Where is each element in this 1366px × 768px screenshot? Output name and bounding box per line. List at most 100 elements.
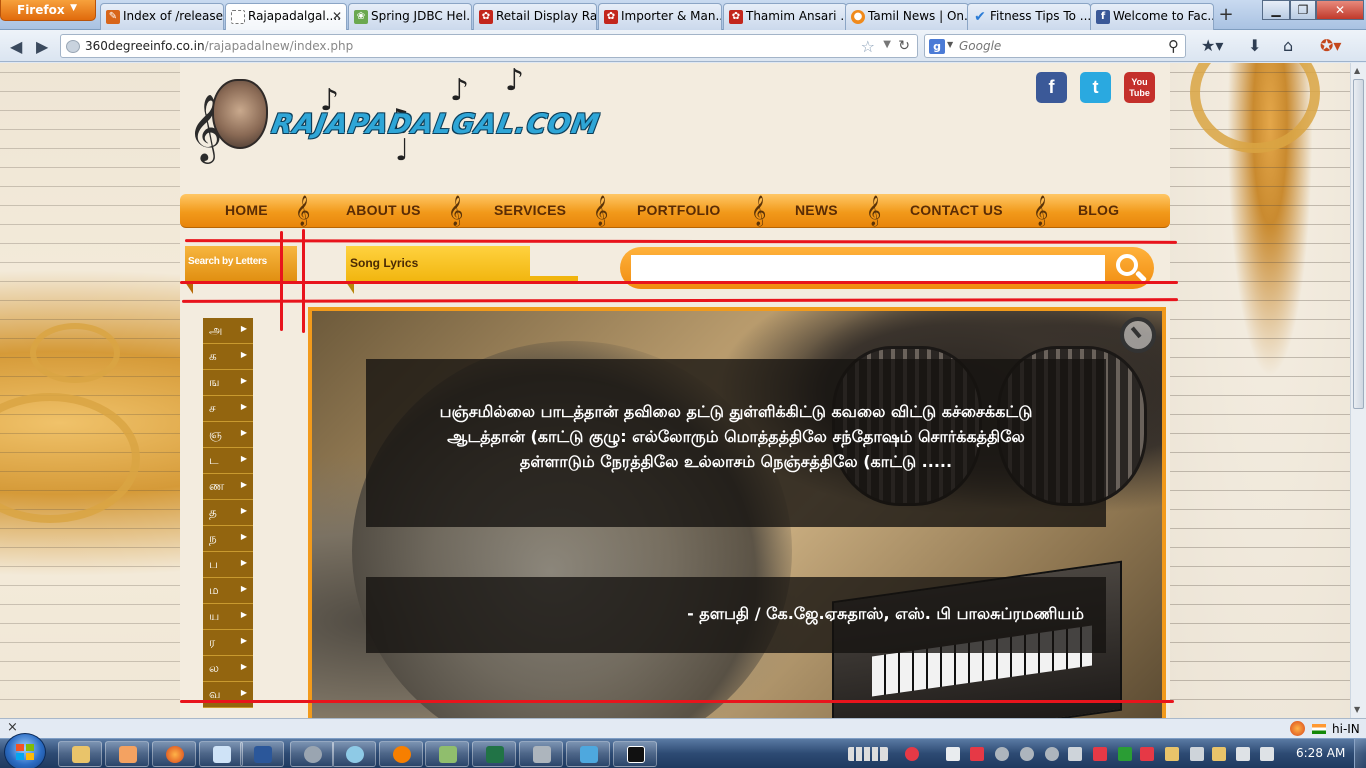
firefox-menu-button[interactable]: Firefox ▼ (0, 0, 96, 21)
twitter-icon[interactable]: t (1080, 72, 1111, 103)
nav-contact-us[interactable]: CONTACT US (910, 202, 1003, 218)
tab-thamim-ansari[interactable]: ✿ Thamim Ansari ... (723, 3, 847, 30)
letter-item[interactable]: அ ▶ (203, 318, 253, 344)
media-player-taskbar-button[interactable] (105, 741, 149, 767)
sheet-music-background (1170, 63, 1350, 718)
letter-item[interactable]: ம ▶ (203, 578, 253, 604)
nav-portfolio[interactable]: PORTFOLIO (637, 202, 720, 218)
show-desktop-button[interactable] (1354, 739, 1366, 768)
scroll-up-icon[interactable]: ▲ (1354, 66, 1360, 75)
addon-icon[interactable]: ✪▾ (1320, 36, 1341, 55)
new-tab-button[interactable]: + (1214, 5, 1238, 27)
messenger-taskbar-button[interactable] (332, 741, 376, 767)
letter-item[interactable]: ச ▶ (203, 396, 253, 422)
youtube-icon[interactable]: You Tube (1124, 72, 1155, 103)
language-indicator[interactable]: hi-IN (1332, 722, 1360, 736)
scrollbar-thumb[interactable] (1353, 79, 1364, 409)
browser-search-box[interactable]: g ▼ ⚲ (924, 34, 1186, 58)
tab-index-of-release[interactable]: ✎ Index of /release... (100, 3, 224, 30)
tab-spring-jdbc[interactable]: ❀ Spring JDBC Hel... (348, 3, 472, 30)
tray-app-icon[interactable] (1045, 747, 1059, 761)
speaker-icon[interactable] (1140, 747, 1154, 761)
song-lyrics-tab[interactable]: Song Lyrics (346, 246, 530, 282)
download-icon[interactable]: ⬇ (1248, 36, 1261, 55)
letter-item[interactable]: க ▶ (203, 344, 253, 370)
letter-item[interactable]: வ ▶ (203, 682, 253, 708)
back-arrow-icon[interactable]: ◀ (10, 37, 22, 56)
forward-arrow-icon[interactable]: ▶ (36, 37, 48, 56)
pause-slideshow-icon[interactable] (1120, 317, 1156, 353)
site-logo[interactable]: 𝄞 ♪ ♫ ♪ ♪ ♩ RAJAPADALGAL.COM (180, 63, 602, 191)
tab-tamil-news[interactable]: ● Tamil News | On... (845, 3, 969, 30)
facebook-icon[interactable]: f (1036, 72, 1067, 103)
tray-app-icon[interactable] (995, 747, 1009, 761)
letter-item[interactable]: ப ▶ (203, 552, 253, 578)
tray-app-icon[interactable] (1020, 747, 1034, 761)
letter-item[interactable]: ந ▶ (203, 526, 253, 552)
nav-blog[interactable]: BLOG (1078, 202, 1119, 218)
page-scrollbar[interactable]: ▲ ▼ (1350, 63, 1366, 718)
explorer-taskbar-button[interactable] (58, 741, 102, 767)
letter-item[interactable]: ங ▶ (203, 370, 253, 396)
lyric-caption[interactable]: பஞ்சமில்லை பாடத்தான் தவிலை தட்டு துள்ளிக… (366, 359, 1106, 527)
tray-app-icon[interactable] (1165, 747, 1179, 761)
notepad-taskbar-button[interactable] (199, 741, 243, 767)
nav-home[interactable]: HOME (225, 202, 268, 218)
settings-taskbar-button[interactable] (290, 741, 334, 767)
letter-item[interactable]: ய ▶ (203, 604, 253, 630)
browser-search-input[interactable] (959, 38, 1159, 54)
minimize-window-button[interactable]: ▁ (1262, 0, 1290, 20)
battery-icon[interactable] (1236, 747, 1250, 761)
address-bar[interactable]: 360degreeinfo.co.in/rajapadalnew/index.p… (60, 34, 918, 58)
tray-app-icon[interactable] (946, 747, 960, 761)
maximize-window-button[interactable]: ❐ (1290, 0, 1316, 20)
close-addon-bar-icon[interactable]: × (7, 720, 18, 735)
bookmarks-icon[interactable]: ★▾ (1201, 36, 1223, 55)
start-button[interactable] (4, 733, 46, 768)
google-icon[interactable]: g (929, 39, 945, 54)
close-window-button[interactable]: ✕ (1316, 0, 1364, 20)
tray-app-icon[interactable] (1190, 747, 1204, 761)
letter-item[interactable]: ண ▶ (203, 474, 253, 500)
letter-item[interactable]: ல ▶ (203, 656, 253, 682)
nav-services[interactable]: SERVICES (494, 202, 566, 218)
letter-item[interactable]: ட ▶ (203, 448, 253, 474)
letter-item[interactable]: த ▶ (203, 500, 253, 526)
no-entry-icon[interactable] (905, 747, 919, 761)
close-tab-icon[interactable]: ✕ (332, 9, 342, 23)
tray-app-icon[interactable] (1118, 747, 1132, 761)
tab-facebook[interactable]: f Welcome to Fac... (1090, 3, 1214, 30)
lock-icon[interactable] (1068, 747, 1082, 761)
netbeans-taskbar-button[interactable] (566, 741, 610, 767)
tab-fitness-tips[interactable]: ✔ Fitness Tips To ... (967, 3, 1091, 30)
tab-retail-display[interactable]: ✿ Retail Display Ra... (473, 3, 597, 30)
reload-icon[interactable]: ↻ (898, 38, 910, 54)
chevron-down-icon[interactable]: ▼ (947, 40, 953, 49)
tray-app-icon[interactable] (970, 747, 984, 761)
tray-app-icon[interactable] (1093, 747, 1107, 761)
bookmark-star-icon[interactable]: ☆ (861, 37, 875, 56)
paint-taskbar-button[interactable] (425, 741, 469, 767)
nav-about-us[interactable]: ABOUT US (346, 202, 421, 218)
scroll-down-icon[interactable]: ▼ (1354, 705, 1360, 714)
excel-taskbar-button[interactable] (472, 741, 516, 767)
nav-news[interactable]: NEWS (795, 202, 838, 218)
avast-taskbar-button[interactable] (379, 741, 423, 767)
word-taskbar-button[interactable] (240, 741, 284, 767)
signal-strength-icon[interactable] (848, 747, 888, 761)
network-icon[interactable] (1260, 747, 1274, 761)
tab-rajapadalgal[interactable]: Rajapadalgal.... ✕ (225, 3, 347, 30)
shield-icon[interactable] (1212, 747, 1226, 761)
remote-taskbar-button[interactable] (519, 741, 563, 767)
dict-taskbar-button[interactable] (613, 741, 657, 767)
home-icon[interactable]: ⌂ (1283, 36, 1293, 55)
chevron-down-icon[interactable]: ▼ (883, 39, 891, 50)
tab-importer[interactable]: ✿ Importer & Man... (598, 3, 722, 30)
firefox-taskbar-button[interactable] (152, 741, 196, 767)
letter-item[interactable]: ர ▶ (203, 630, 253, 656)
search-icon[interactable]: ⚲ (1168, 37, 1179, 55)
letter-item[interactable]: ஞ ▶ (203, 422, 253, 448)
firefox-addon-icon[interactable] (1290, 721, 1305, 736)
site-search-input[interactable] (631, 255, 1105, 283)
system-clock[interactable]: 6:28 AM (1296, 746, 1345, 760)
